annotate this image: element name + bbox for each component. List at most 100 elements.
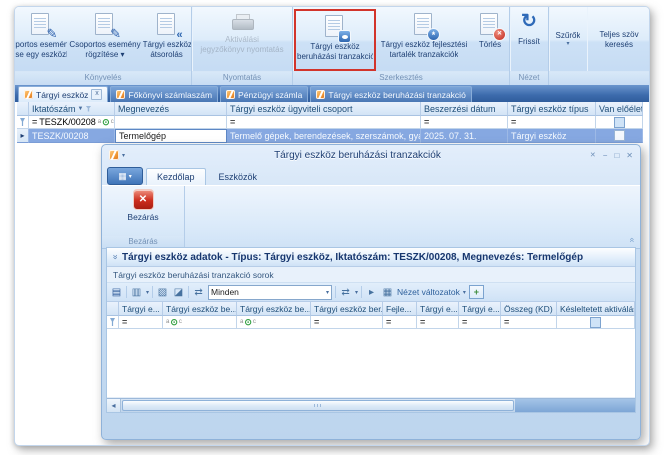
maximize-icon[interactable]: □ <box>614 151 619 160</box>
main-ribbon: ✎ portos esemény se egy eszközhöz ▾ ✎ Cs… <box>15 7 649 86</box>
tab-penzugyi-szamla[interactable]: Pénzügyi számla <box>220 86 308 102</box>
column-header-kesleltetett[interactable]: Késleltetett aktiválás <box>557 302 635 316</box>
filter-cell-5[interactable]: = <box>383 316 417 329</box>
equals-operator-icon[interactable]: = <box>122 317 127 327</box>
development-reserve-transactions-button[interactable]: * Tárgyi eszköz fejlesztési tartalék tra… <box>376 9 472 71</box>
equals-operator-icon[interactable]: = <box>424 117 429 127</box>
equals-operator-icon[interactable]: = <box>230 117 235 127</box>
ribbon-collapse-icon[interactable]: « <box>627 237 637 242</box>
column-header-3[interactable]: Tárgyi eszköz be... <box>237 302 311 316</box>
fulltext-search-button[interactable]: Teljes szöv keresés <box>588 9 650 71</box>
filter-cell-4[interactable]: = <box>311 316 383 329</box>
equals-operator-icon[interactable]: = <box>32 117 37 127</box>
equals-operator-icon[interactable]: = <box>420 317 425 327</box>
filters-dropdown-button[interactable]: Szűrők ▾ <box>550 9 586 71</box>
chevron-down-icon[interactable]: ▾ <box>463 289 466 296</box>
contains-filter-icon[interactable]: ⊙ <box>166 318 182 326</box>
delete-button[interactable]: ✕ Törlés <box>472 9 508 71</box>
filter-cell-osszeg[interactable]: = <box>501 316 557 329</box>
column-header-1[interactable]: Tárgyi e... <box>119 302 163 316</box>
scrollbar-thumb[interactable] <box>122 400 514 411</box>
cell-megnevezes-focused[interactable]: Termelőgép <box>115 129 227 143</box>
collapse-panel-icon[interactable]: « <box>110 254 120 259</box>
cell-tipus[interactable]: Tárgyi eszköz <box>508 129 596 143</box>
paste-row-icon[interactable]: ◪ <box>172 286 185 299</box>
new-row-icon[interactable]: ▥ <box>130 286 143 299</box>
equals-operator-icon[interactable]: = <box>462 317 467 327</box>
filter-cell-van-eloelete[interactable] <box>596 116 643 129</box>
group-event-record-button[interactable]: ✎ Csoportos esemény rögzítése ▾ <box>68 9 141 71</box>
checkbox-icon[interactable] <box>614 130 625 141</box>
column-header-osszeg[interactable]: Összeg (KD) <box>501 302 557 316</box>
tab-targyi-eszkoz[interactable]: Tárgyi eszköz x <box>18 86 108 102</box>
column-header-megnevezes[interactable]: Megnevezés <box>115 102 227 116</box>
scroll-left-button[interactable]: ◂ <box>107 399 121 412</box>
equals-operator-icon[interactable]: = <box>314 317 319 327</box>
filter-cell-6[interactable]: = <box>417 316 459 329</box>
cell-beszerzesi-datum[interactable]: 2025. 07. 31. <box>421 129 508 143</box>
close-tab-icon[interactable]: x <box>91 89 102 100</box>
view-variants-button[interactable]: Nézet változatok <box>397 287 460 297</box>
quick-access-caret-icon[interactable]: ▾ <box>122 152 125 159</box>
column-filter-icon[interactable] <box>85 106 91 112</box>
column-header-6[interactable]: Tárgyi e... <box>417 302 459 316</box>
minimize-icon[interactable]: − <box>603 151 608 160</box>
checkbox-icon[interactable] <box>614 117 625 128</box>
refresh-button[interactable]: ↻ Frissít <box>511 9 547 71</box>
filter-cell-tipus[interactable]: = <box>508 116 596 129</box>
settings-icon[interactable]: ⇄ <box>339 286 352 299</box>
investment-transactions-button[interactable]: Tárgyi eszköz beruházási tranzakciók <box>296 11 374 69</box>
forward-icon[interactable]: ▸ <box>365 286 378 299</box>
dialog-tab-kezdolap[interactable]: Kezdőlap <box>146 168 206 185</box>
column-header-2[interactable]: Tárgyi eszköz be... <box>163 302 237 316</box>
column-header-van-eloelete[interactable]: Van előélete <box>596 102 643 116</box>
tab-fokonyvi-szamlaszam[interactable]: Főkönyvi számlaszám <box>110 86 218 102</box>
checkbox-icon[interactable] <box>590 317 601 328</box>
dialog-app-menu-button[interactable]: ▦ ▾ <box>107 167 143 185</box>
filter-cell-7[interactable]: = <box>459 316 501 329</box>
dialog-tab-eszkozok[interactable]: Eszközök <box>209 169 268 185</box>
equals-operator-icon[interactable]: = <box>504 317 509 327</box>
filter-mode-combo[interactable]: Minden ▾ <box>208 285 332 300</box>
filter-cell-kesleltetett[interactable] <box>557 316 635 329</box>
column-header-7[interactable]: Tárgyi e... <box>459 302 501 316</box>
column-header-tipus[interactable]: Tárgyi eszköz típus <box>508 102 596 116</box>
add-view-button[interactable]: + <box>469 285 484 299</box>
column-header-ugyviteli-csoport[interactable]: Tárgyi eszköz ügyviteli csoport <box>227 102 421 116</box>
chevron-down-icon[interactable]: ▾ <box>355 289 358 296</box>
equals-operator-icon[interactable]: = <box>386 317 391 327</box>
filter-cell-2[interactable]: ⊙ <box>163 316 237 329</box>
asset-reclass-button[interactable]: « Tárgyi eszköz átsorolás <box>142 9 192 71</box>
filter-cell-beszerzesi-datum[interactable]: = <box>421 116 508 129</box>
asset-data-panel-header[interactable]: « Tárgyi eszköz adatok - Típus: Tárgyi e… <box>107 248 635 267</box>
grid-filter-row: = ⊙ ⊙ = = = = = <box>107 316 635 329</box>
filter-cell-iktatoszam[interactable]: = TESZK/00208 ⊙ <box>29 116 115 129</box>
close-dialog-button[interactable]: ✕ Bezárás <box>102 186 184 222</box>
chevron-down-icon[interactable]: ▾ <box>146 289 149 296</box>
column-header-beszerzesi-datum[interactable]: Beszerzési dátum <box>421 102 508 116</box>
close-icon[interactable]: ✕ <box>626 151 633 160</box>
pin-icon[interactable]: ✕ <box>590 151 596 159</box>
tab-beruhazasi-tranzakcio[interactable]: Tárgyi eszköz beruházási tranzakció <box>310 86 471 102</box>
equals-operator-icon[interactable]: = <box>511 117 516 127</box>
cell-iktatoszam[interactable]: TESZK/00208 <box>29 129 115 143</box>
horizontal-scrollbar[interactable]: ◂ <box>107 398 635 412</box>
filter-cell-1[interactable]: = <box>119 316 163 329</box>
filter-cell-megnevezes[interactable] <box>115 116 227 129</box>
filter-cell-3[interactable]: ⊙ <box>237 316 311 329</box>
cell-ugyviteli-csoport[interactable]: Termelő gépek, berendezések, szerszámok,… <box>227 129 421 143</box>
column-header-iktatoszam[interactable]: Iktatószám ▼ <box>29 102 115 116</box>
view-grid-icon[interactable]: ▦ <box>381 286 394 299</box>
copy-row-icon[interactable]: ▧ <box>156 286 169 299</box>
contains-filter-icon[interactable]: ⊙ <box>240 318 256 326</box>
grid-menu-icon[interactable]: ▤ <box>110 286 123 299</box>
selected-asset-row[interactable]: ▸ TESZK/00208 Termelőgép Termelő gépek, … <box>17 129 643 143</box>
scrollbar-track[interactable] <box>515 399 635 412</box>
filter-cell-ugyviteli-csoport[interactable]: = <box>227 116 421 129</box>
group-event-for-asset-button[interactable]: ✎ portos esemény se egy eszközhöz ▾ <box>14 9 68 71</box>
expand-icon[interactable]: ⇄ <box>192 286 205 299</box>
column-header-4[interactable]: Tárgyi eszköz ber... <box>311 302 383 316</box>
dialog-titlebar[interactable]: ▾ Tárgyi eszköz beruházási tranzakciók ✕… <box>102 145 640 165</box>
cell-van-eloelete[interactable] <box>596 129 643 143</box>
column-header-5[interactable]: Fejle... <box>383 302 417 316</box>
